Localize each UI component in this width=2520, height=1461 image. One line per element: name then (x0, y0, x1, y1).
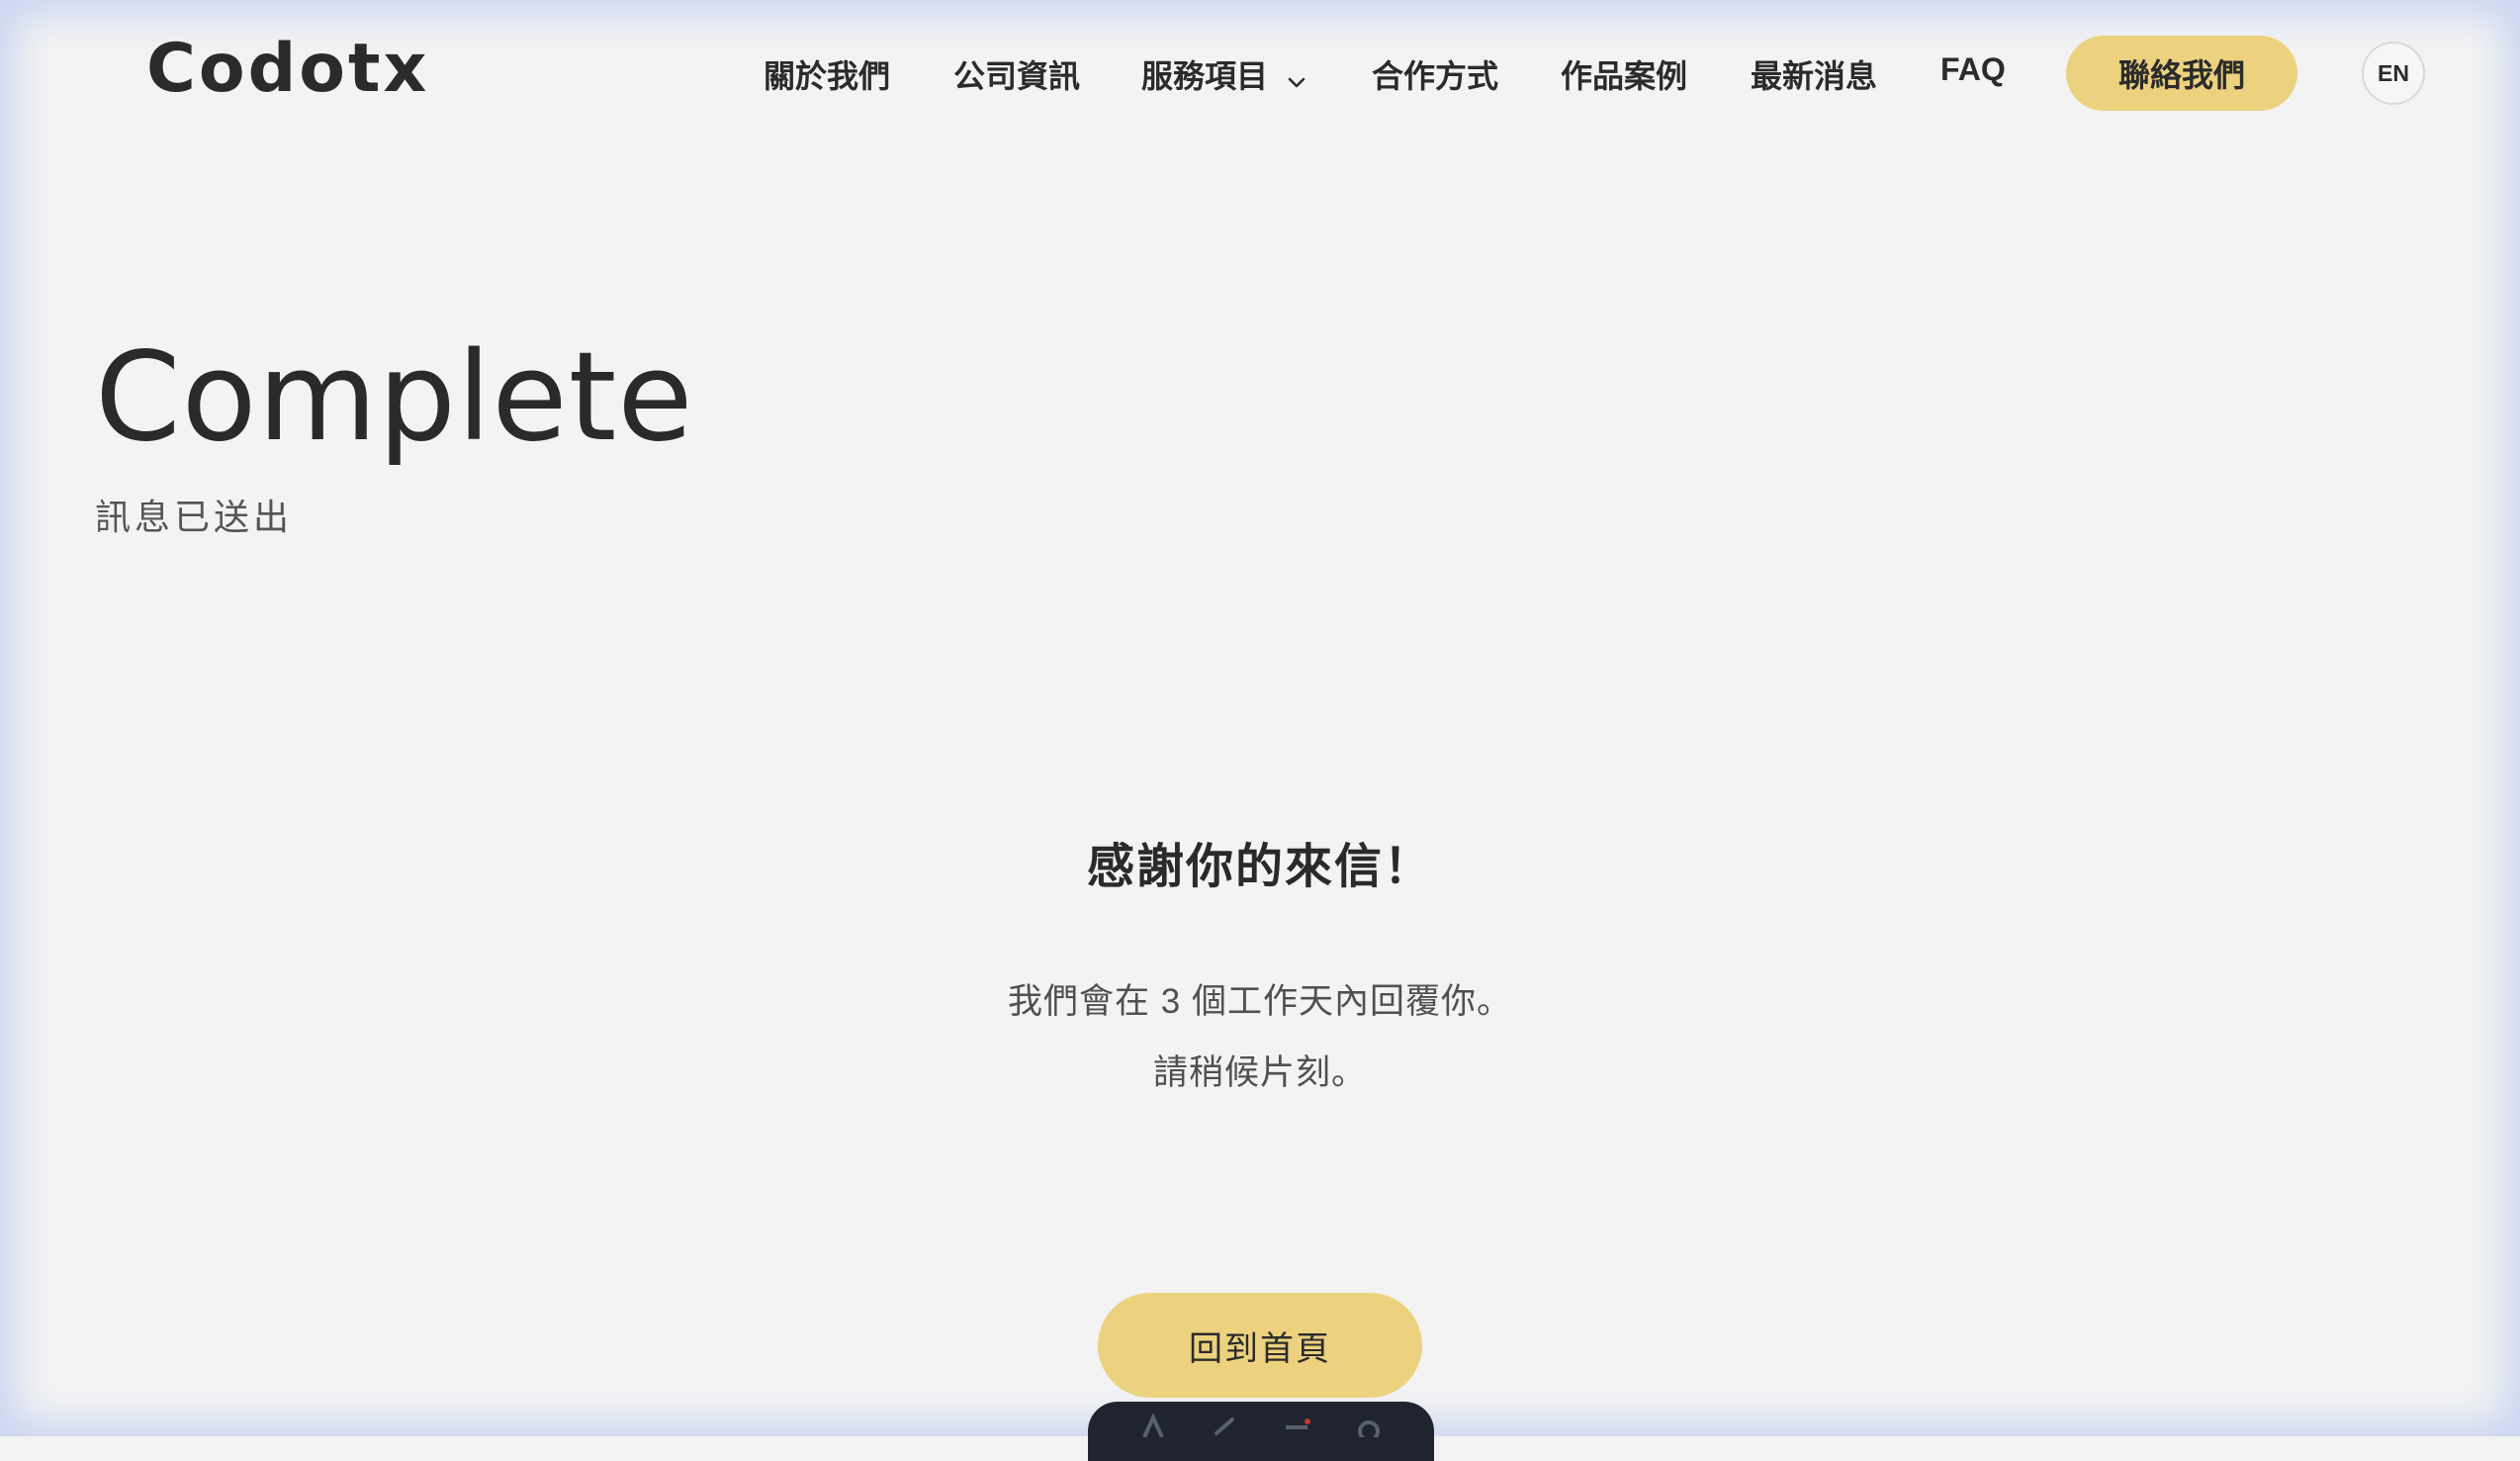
list-tool-icon[interactable] (1282, 1414, 1311, 1437)
nav-item-services[interactable]: 服務項目 (1141, 51, 1306, 97)
chevron-down-icon (1287, 60, 1306, 97)
nav-item-news[interactable]: 最新消息 (1751, 51, 1877, 97)
back-home-button[interactable]: 回到首頁 (1098, 1293, 1422, 1398)
language-toggle-button[interactable]: EN (2362, 42, 2425, 105)
pen-tool-icon[interactable] (1211, 1414, 1240, 1437)
page-frame: Codotx 關於我們 公司資訊 服務項目 合作方式 作品案例 最新消息 FAQ… (0, 0, 2520, 1461)
page-title: Complete (95, 326, 694, 469)
reply-message: 我們會在 3 個工作天內回覆你。 (1008, 982, 1512, 1021)
nav-item-about[interactable]: 關於我們 (764, 51, 890, 97)
nav-item-services-label: 服務項目 (1141, 58, 1269, 94)
text-tool-icon[interactable] (1138, 1413, 1168, 1438)
contact-button[interactable]: 聯絡我們 (2066, 36, 2297, 111)
page-subtitle: 訊息已送出 (95, 497, 294, 537)
settings-icon[interactable] (1354, 1414, 1384, 1442)
main-nav: 關於我們 公司資訊 服務項目 合作方式 作品案例 最新消息 FAQ 聯絡我們 E… (0, 0, 2520, 148)
nav-item-cooperation[interactable]: 合作方式 (1372, 51, 1498, 97)
nav-item-portfolio[interactable]: 作品案例 (1561, 51, 1687, 97)
nav-item-faq[interactable]: FAQ (1940, 51, 2006, 88)
nav-item-company[interactable]: 公司資訊 (953, 51, 1080, 97)
thanks-heading: 感謝你的來信！ (1086, 841, 1433, 893)
floating-toolbar (1088, 1402, 1434, 1461)
wait-message: 請稍候片刻。 (1152, 1053, 1367, 1092)
